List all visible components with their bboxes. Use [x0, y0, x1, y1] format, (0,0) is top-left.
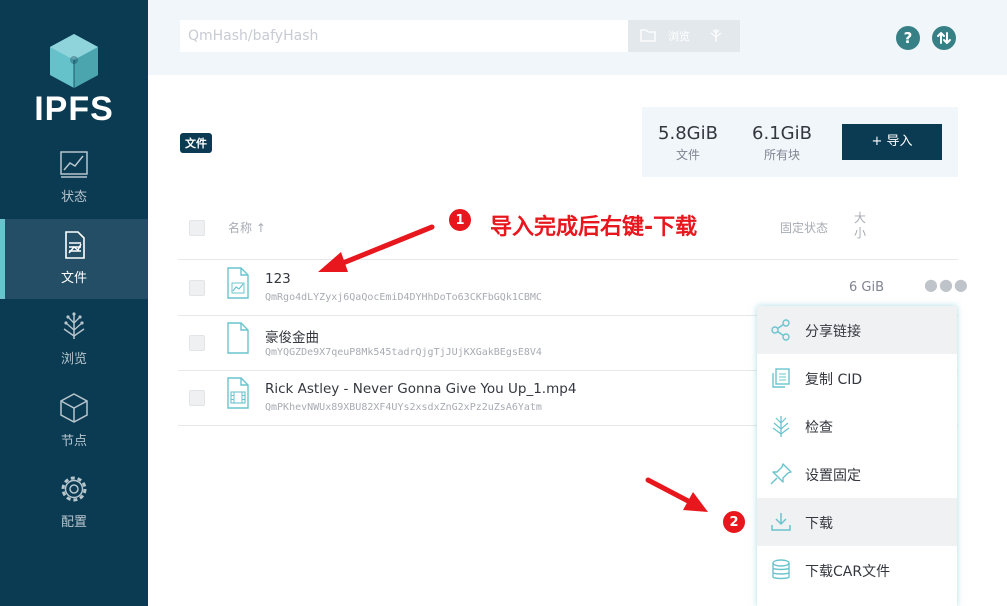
annotation-arrows: [318, 224, 708, 512]
arrow-to-file-icon: [318, 224, 435, 272]
step-1-instruction: 导入完成后右键-下载: [490, 215, 698, 240]
step-1-marker: 1: [448, 208, 472, 232]
step-2-marker: 2: [722, 510, 746, 534]
arrow-to-download-icon: [645, 477, 708, 512]
